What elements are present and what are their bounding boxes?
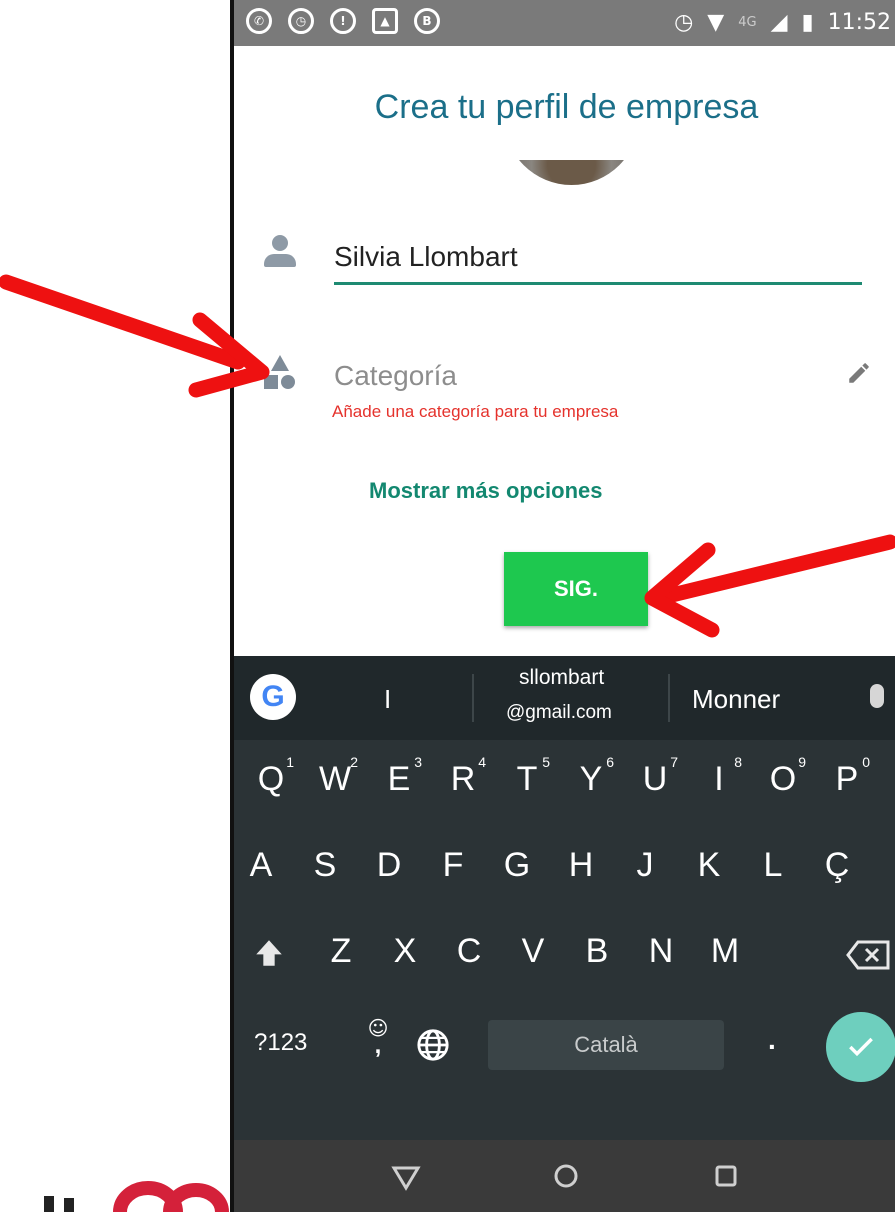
- suggestion-1[interactable]: I: [384, 684, 391, 715]
- profile-photo[interactable]: [504, 160, 639, 190]
- key-z[interactable]: Z: [314, 932, 368, 971]
- key-q[interactable]: Q1: [244, 754, 298, 799]
- annotation-arrow-left: [0, 274, 270, 398]
- pencil-icon[interactable]: [846, 360, 872, 386]
- alarm-status-icon: ◷: [674, 10, 694, 35]
- comma-label: ,: [374, 1032, 382, 1059]
- key-l[interactable]: L: [746, 846, 800, 885]
- recents-icon[interactable]: [704, 1154, 748, 1198]
- key-a[interactable]: A: [234, 846, 288, 885]
- backspace-icon[interactable]: [846, 940, 890, 970]
- emoji-key[interactable]: ☺ ,: [358, 1016, 398, 1060]
- key-d[interactable]: D: [362, 846, 416, 885]
- key-c[interactable]: C: [442, 932, 496, 971]
- battery-icon: ▮: [801, 10, 814, 35]
- category-field[interactable]: Categoría: [334, 360, 457, 392]
- key-y[interactable]: Y6: [564, 754, 618, 799]
- show-more-options-link[interactable]: Mostrar más opciones: [369, 478, 603, 504]
- business-name-input[interactable]: [334, 232, 862, 285]
- home-icon[interactable]: [544, 1154, 588, 1198]
- key-s[interactable]: S: [298, 846, 352, 885]
- google-g-icon[interactable]: G: [250, 674, 296, 720]
- suggestion-3[interactable]: Monner: [692, 684, 780, 715]
- status-bar: ✆ ◷ ! ▲ B ◷ ▼ 4G ◢ ▮ 11:52: [234, 0, 895, 46]
- key-k[interactable]: K: [682, 846, 736, 885]
- keyboard: G I sllombart @gmail.com Monner Q1 W2 E3…: [234, 656, 895, 1140]
- key-t[interactable]: T5: [500, 754, 554, 799]
- navigation-bar: [234, 1140, 895, 1212]
- suggestion-2-bottom[interactable]: @gmail.com: [506, 702, 612, 724]
- suggestion-divider: [472, 674, 474, 722]
- key-r[interactable]: R4: [436, 754, 490, 799]
- key-i[interactable]: I8: [692, 754, 746, 799]
- whatsapp-icon: ✆: [246, 8, 272, 34]
- enter-key[interactable]: [826, 1012, 895, 1082]
- key-v[interactable]: V: [506, 932, 560, 971]
- signal-icon: ◢: [770, 10, 788, 35]
- check-icon: [849, 1037, 873, 1057]
- key-e[interactable]: E3: [372, 754, 426, 799]
- key-g[interactable]: G: [490, 846, 544, 885]
- clock: 11:52: [827, 10, 891, 35]
- space-bar[interactable]: Català: [488, 1020, 724, 1070]
- period-key[interactable]: .: [768, 1024, 776, 1056]
- key-n[interactable]: N: [634, 932, 688, 971]
- annotation-arrow-right: [644, 534, 895, 638]
- suggestion-2-top[interactable]: sllombart: [519, 666, 604, 690]
- key-h[interactable]: H: [554, 846, 608, 885]
- wifi-icon: ▼: [707, 10, 725, 35]
- key-b[interactable]: B: [570, 932, 624, 971]
- suggestion-divider: [668, 674, 670, 722]
- brand-logo-fragment: [44, 1181, 229, 1212]
- key-x[interactable]: X: [378, 932, 432, 971]
- status-icons-left: ✆ ◷ ! ▲ B: [246, 8, 440, 34]
- key-j[interactable]: J: [618, 846, 672, 885]
- alarm-icon: ◷: [288, 8, 314, 34]
- mic-icon[interactable]: [870, 684, 884, 708]
- notification-icon: !: [330, 8, 356, 34]
- globe-icon[interactable]: [416, 1028, 450, 1062]
- symbols-key[interactable]: ?123: [254, 1029, 307, 1057]
- key-c-cedilla[interactable]: Ç: [810, 846, 864, 885]
- key-p[interactable]: P0: [820, 754, 874, 799]
- next-button[interactable]: SIG.: [504, 552, 648, 626]
- b-icon: B: [414, 8, 440, 34]
- network-type: 4G: [738, 15, 757, 30]
- category-error-text: Añade una categoría para tu empresa: [332, 402, 619, 421]
- back-icon[interactable]: [384, 1154, 428, 1198]
- key-o[interactable]: O9: [756, 754, 810, 799]
- key-m[interactable]: M: [698, 932, 752, 971]
- suggestion-bar: G I sllombart @gmail.com Monner: [234, 656, 895, 740]
- shift-icon[interactable]: [252, 936, 286, 970]
- key-f[interactable]: F: [426, 846, 480, 885]
- person-icon: [264, 235, 296, 267]
- key-w[interactable]: W2: [308, 754, 362, 799]
- page-title: Crea tu perfil de empresa: [374, 88, 759, 126]
- key-u[interactable]: U7: [628, 754, 682, 799]
- status-icons-right: ◷ ▼ 4G ◢ ▮ 11:52: [674, 10, 891, 35]
- image-icon: ▲: [372, 8, 398, 34]
